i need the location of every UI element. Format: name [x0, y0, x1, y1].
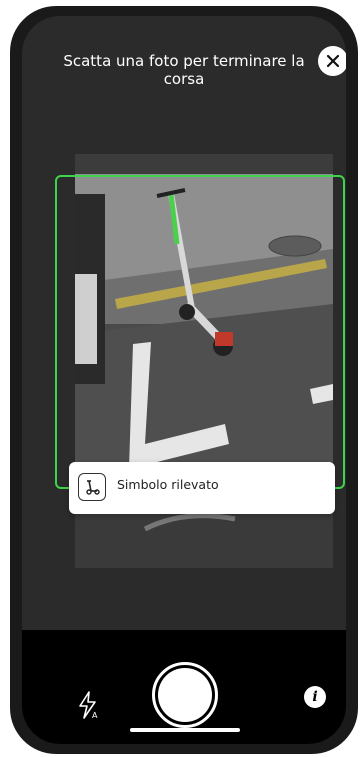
camera-screen: Scatta una foto per terminare la corsa S…: [22, 16, 346, 744]
shutter-button[interactable]: [152, 662, 218, 728]
close-icon: [326, 54, 340, 68]
scooter-icon: [78, 473, 106, 501]
toast-text: Simbolo rilevato: [117, 477, 219, 492]
page-title: Scatta una foto per terminare la corsa: [63, 52, 305, 88]
svg-text:A: A: [92, 711, 98, 720]
detection-frame: [55, 175, 345, 489]
shutter-inner: [158, 668, 212, 722]
flash-button[interactable]: A: [74, 688, 102, 722]
phone-frame: Scatta una foto per terminare la corsa S…: [10, 6, 358, 754]
info-button[interactable]: i: [304, 686, 326, 708]
close-button[interactable]: [318, 46, 346, 76]
detection-toast: Simbolo rilevato: [69, 462, 335, 514]
home-indicator: [130, 728, 240, 732]
flash-auto-icon: A: [79, 691, 98, 720]
info-icon: i: [312, 689, 318, 705]
camera-controls: A i: [22, 630, 346, 744]
